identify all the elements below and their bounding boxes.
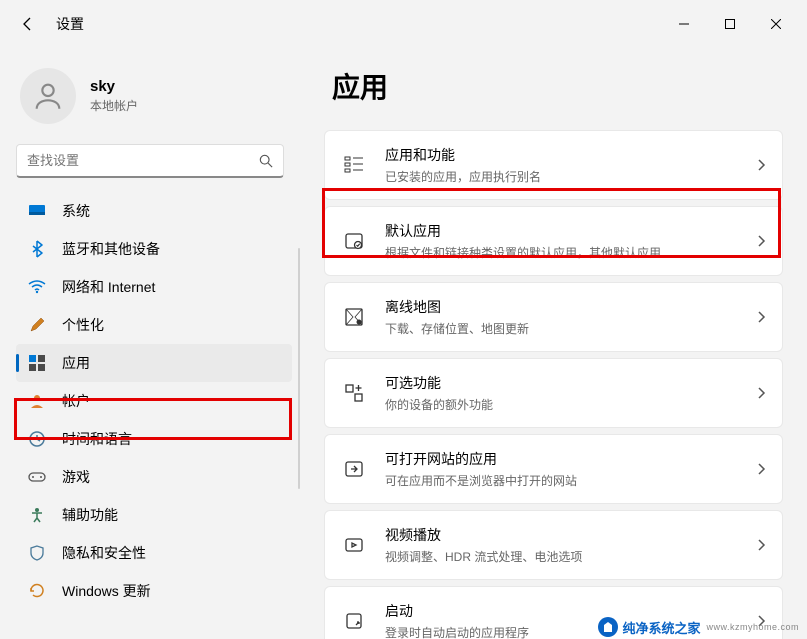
apps-for-websites-icon — [341, 456, 367, 482]
card-optional-features[interactable]: 可选功能你的设备的额外功能 — [324, 358, 783, 428]
sidebar-item-label: Windows 更新 — [62, 581, 280, 601]
card-title: 默认应用 — [385, 221, 756, 241]
chevron-right-icon — [756, 158, 766, 172]
account-icon — [28, 392, 46, 410]
arrow-left-icon — [20, 16, 36, 32]
sidebar-item-update[interactable]: Windows 更新 — [16, 572, 292, 610]
card-apps-for-websites[interactable]: 可打开网站的应用可在应用而不是浏览器中打开的网站 — [324, 434, 783, 504]
window-controls — [661, 8, 799, 40]
close-icon — [771, 19, 781, 29]
nav-list: 系统 蓝牙和其他设备 网络和 Internet 个性化 应用 帐户 — [0, 188, 300, 614]
sidebar-item-account[interactable]: 帐户 — [16, 382, 292, 420]
wifi-icon — [28, 278, 46, 296]
card-apps-features[interactable]: 应用和功能已安装的应用，应用执行别名 — [324, 130, 783, 200]
sidebar-item-gaming[interactable]: 游戏 — [16, 458, 292, 496]
chevron-right-icon — [756, 462, 766, 476]
profile-subtitle: 本地帐户 — [90, 97, 138, 114]
watermark: 纯净系统之家 www.kzmyhome.com — [598, 617, 799, 637]
sidebar-item-privacy[interactable]: 隐私和安全性 — [16, 534, 292, 572]
card-default-apps[interactable]: 默认应用根据文件和链接种类设置的默认应用，其他默认应用 — [324, 206, 783, 276]
startup-icon — [341, 608, 367, 634]
sidebar-item-label: 网络和 Internet — [62, 277, 280, 297]
chevron-right-icon — [756, 538, 766, 552]
apps-icon — [28, 354, 46, 372]
sidebar-item-label: 应用 — [62, 353, 280, 373]
video-playback-icon — [341, 532, 367, 558]
card-title: 应用和功能 — [385, 145, 756, 165]
card-subtitle: 下载、存储位置、地图更新 — [385, 320, 756, 337]
card-subtitle: 你的设备的额外功能 — [385, 396, 756, 413]
sidebar-item-system[interactable]: 系统 — [16, 192, 292, 230]
card-title: 可选功能 — [385, 373, 756, 393]
sidebar-item-personalize[interactable]: 个性化 — [16, 306, 292, 344]
watermark-icon — [598, 617, 618, 637]
card-title: 可打开网站的应用 — [385, 449, 756, 469]
minimize-button[interactable] — [661, 8, 707, 40]
main-content: 应用 应用和功能已安装的应用，应用执行别名默认应用根据文件和链接种类设置的默认应… — [300, 48, 807, 639]
sidebar-item-label: 时间和语言 — [62, 429, 280, 449]
chevron-right-icon — [756, 310, 766, 324]
watermark-url: www.kzmyhome.com — [706, 622, 799, 632]
sidebar-item-label: 游戏 — [62, 467, 280, 487]
title-bar: 设置 — [0, 0, 807, 48]
back-button[interactable] — [8, 4, 48, 44]
watermark-name: 纯净系统之家 — [622, 618, 700, 637]
card-title: 视频播放 — [385, 525, 756, 545]
shield-icon — [28, 544, 46, 562]
sidebar-item-network[interactable]: 网络和 Internet — [16, 268, 292, 306]
sidebar-item-bluetooth[interactable]: 蓝牙和其他设备 — [16, 230, 292, 268]
clock-icon — [28, 430, 46, 448]
sidebar-item-label: 隐私和安全性 — [62, 543, 280, 563]
window-title: 设置 — [56, 14, 84, 34]
card-video-playback[interactable]: 视频播放视频调整、HDR 流式处理、电池选项 — [324, 510, 783, 580]
update-icon — [28, 582, 46, 600]
user-icon — [31, 79, 65, 113]
maximize-icon — [725, 19, 735, 29]
card-subtitle: 可在应用而不是浏览器中打开的网站 — [385, 472, 756, 489]
search-box[interactable] — [16, 144, 284, 178]
sidebar-item-label: 蓝牙和其他设备 — [62, 239, 280, 259]
default-apps-icon — [341, 228, 367, 254]
sidebar-item-label: 个性化 — [62, 315, 280, 335]
sidebar-item-label: 帐户 — [62, 391, 280, 411]
optional-features-icon — [341, 380, 367, 406]
chevron-right-icon — [756, 386, 766, 400]
card-title: 离线地图 — [385, 297, 756, 317]
gamepad-icon — [28, 468, 46, 486]
search-icon — [259, 154, 273, 168]
brush-icon — [28, 316, 46, 334]
sidebar-item-apps[interactable]: 应用 — [16, 344, 292, 382]
chevron-right-icon — [756, 234, 766, 248]
page-title: 应用 — [332, 66, 783, 106]
card-subtitle: 根据文件和链接种类设置的默认应用，其他默认应用 — [385, 244, 756, 261]
apps-features-icon — [341, 152, 367, 178]
avatar — [20, 68, 76, 124]
search-input[interactable] — [27, 153, 259, 168]
profile-name: sky — [90, 78, 138, 95]
card-offline-maps[interactable]: 离线地图下载、存储位置、地图更新 — [324, 282, 783, 352]
minimize-icon — [679, 19, 689, 29]
sidebar-item-time[interactable]: 时间和语言 — [16, 420, 292, 458]
system-icon — [28, 202, 46, 220]
sidebar: sky 本地帐户 系统 蓝牙和其他设备 网络和 I — [0, 48, 300, 639]
user-profile[interactable]: sky 本地帐户 — [0, 56, 300, 144]
bluetooth-icon — [28, 240, 46, 258]
sidebar-item-label: 辅助功能 — [62, 505, 280, 525]
maximize-button[interactable] — [707, 8, 753, 40]
card-subtitle: 视频调整、HDR 流式处理、电池选项 — [385, 548, 756, 565]
close-button[interactable] — [753, 8, 799, 40]
offline-maps-icon — [341, 304, 367, 330]
accessibility-icon — [28, 506, 46, 524]
sidebar-item-label: 系统 — [62, 201, 280, 221]
card-subtitle: 已安装的应用，应用执行别名 — [385, 168, 756, 185]
sidebar-item-accessibility[interactable]: 辅助功能 — [16, 496, 292, 534]
